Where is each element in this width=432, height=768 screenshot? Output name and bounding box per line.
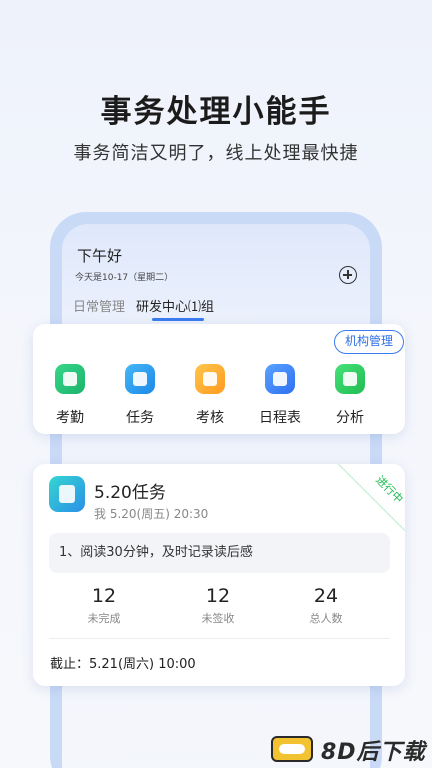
- stat-value: 12: [205, 585, 231, 607]
- feature-label: 任务: [126, 410, 154, 426]
- task-icon: [125, 364, 155, 394]
- tv-icon: [271, 736, 313, 762]
- promo-subline: 事务简洁又明了，线上处理最快捷: [73, 143, 359, 164]
- feature-analysis[interactable]: 分析: [320, 364, 380, 427]
- task-title: 5.20任务: [94, 483, 166, 503]
- stat-label: 总人数: [309, 612, 343, 625]
- stat-value: 12: [91, 585, 117, 607]
- calendar-icon: [265, 364, 295, 394]
- assessment-icon: [195, 364, 225, 394]
- stat-label: 未完成: [87, 612, 121, 625]
- divider: [49, 638, 390, 639]
- tab-daily-management[interactable]: 日常管理: [73, 296, 125, 315]
- greeting-text: 下午好: [77, 247, 123, 265]
- stat-value: 24: [313, 585, 339, 607]
- stat-label: 未签收: [201, 612, 235, 625]
- stat-incomplete: 12 未完成: [54, 585, 154, 626]
- stat-total: 24 总人数: [276, 585, 376, 626]
- attendance-icon: [55, 364, 85, 394]
- watermark-text: 8D后下载: [321, 740, 426, 765]
- org-management-button[interactable]: 机构管理: [334, 330, 404, 354]
- feature-label: 日程表: [259, 410, 301, 426]
- analysis-icon: [335, 364, 365, 394]
- task-meta: 我 5.20(周五) 20:30: [94, 507, 209, 521]
- task-description: 1、阅读30分钟，及时记录读后感: [49, 533, 390, 573]
- feature-assessment[interactable]: 考核: [180, 364, 240, 427]
- feature-calendar[interactable]: 日程表: [250, 364, 310, 427]
- feature-label: 分析: [336, 410, 364, 426]
- date-text: 今天是10-17（星期二）: [75, 273, 174, 283]
- stat-unsigned: 12 未签收: [168, 585, 268, 626]
- tab-rd-center[interactable]: 研发中心⑴组: [136, 296, 214, 315]
- feature-attendance[interactable]: 考勤: [40, 364, 100, 427]
- watermark-logo: 8D后下载: [271, 734, 431, 765]
- feature-label: 考勤: [56, 410, 84, 426]
- task-deadline: 截止：5.21(周六) 10:00: [50, 657, 196, 672]
- feature-task[interactable]: 任务: [110, 364, 170, 427]
- active-tab-indicator: [152, 318, 204, 321]
- document-icon: [49, 476, 85, 512]
- promo-headline: 事务处理小能手: [100, 94, 332, 130]
- feature-label: 考核: [196, 410, 224, 426]
- add-icon[interactable]: [339, 266, 357, 284]
